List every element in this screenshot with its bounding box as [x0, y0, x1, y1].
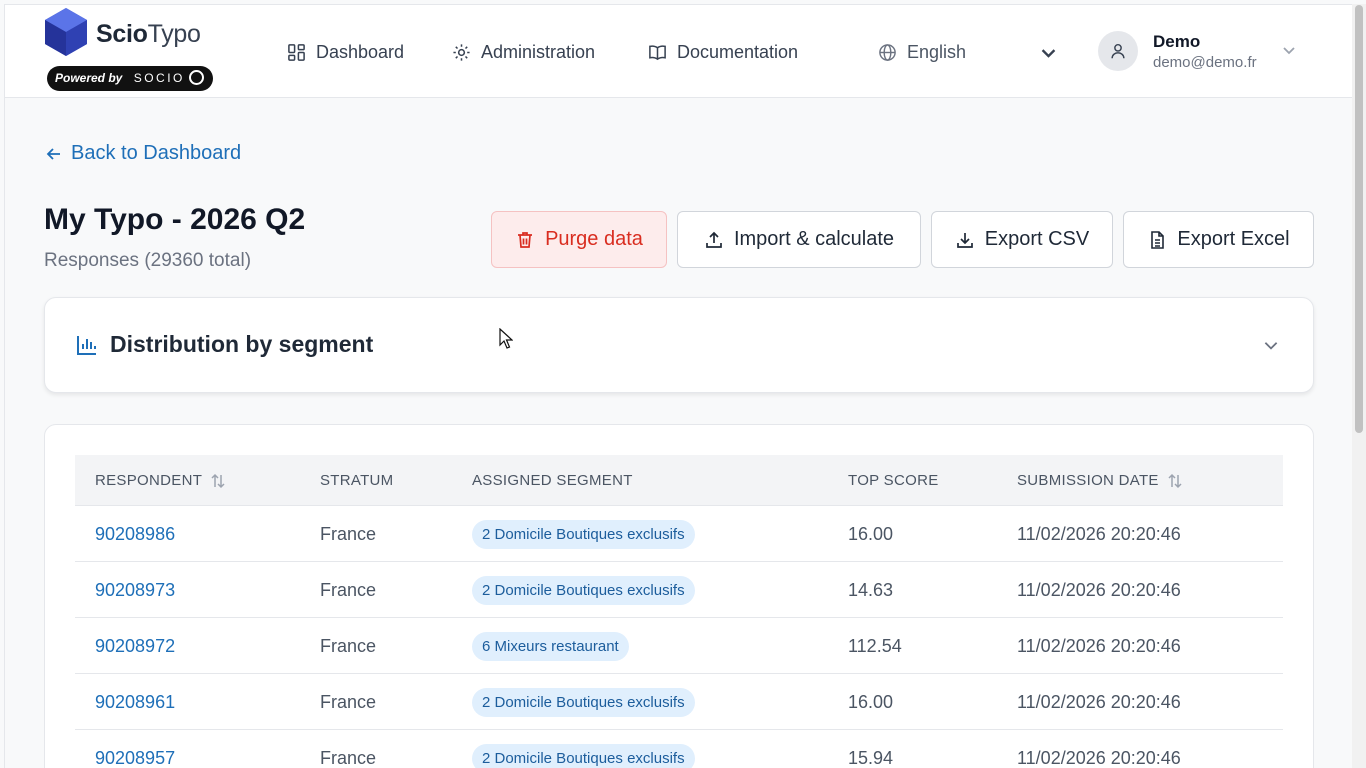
page-title: My Typo - 2026 Q2	[44, 203, 306, 236]
chevron-down-icon	[1041, 49, 1056, 58]
nav-administration[interactable]: Administration	[452, 40, 595, 64]
responses-table: RESPONDENT STRATUM ASSIGNED SEGMENT TOP …	[44, 424, 1314, 768]
upload-icon	[706, 231, 722, 248]
chevron-down-icon[interactable]	[1262, 336, 1280, 354]
purge-label: Purge data	[545, 228, 643, 250]
table-row: 90208973 France 2 Domicile Boutiques exc…	[75, 562, 1283, 618]
nav-dashboard-label: Dashboard	[316, 41, 405, 62]
bar-chart-icon	[77, 336, 96, 355]
segment-badge: 2 Domicile Boutiques exclusifs	[472, 520, 695, 549]
export-excel-button[interactable]: Export Excel	[1123, 211, 1314, 268]
nav-documentation[interactable]: Documentation	[648, 40, 798, 64]
stratum-cell: France	[320, 748, 377, 768]
score-cell: 14.63	[848, 580, 894, 600]
score-cell: 15.94	[848, 748, 894, 768]
column-respondent-label: RESPONDENT	[95, 472, 203, 489]
page-subtitle: Responses (29360 total)	[44, 250, 252, 271]
segment-badge: 2 Domicile Boutiques exclusifs	[472, 576, 695, 605]
segment-badge: 2 Domicile Boutiques exclusifs	[472, 744, 695, 768]
gear-icon	[453, 43, 470, 61]
globe-icon	[879, 43, 896, 61]
respondent-link[interactable]: 90208973	[95, 580, 175, 601]
distribution-title: Distribution by segment	[110, 331, 374, 357]
nav-dashboard[interactable]: Dashboard	[287, 40, 404, 64]
column-submission-date-label: SUBMISSION DATE	[1017, 472, 1159, 489]
column-top-score: TOP SCORE	[848, 472, 939, 489]
export-excel-label: Export Excel	[1177, 228, 1290, 250]
back-to-dashboard-link[interactable]: Back to Dashboard	[45, 142, 241, 165]
sort-icon	[211, 473, 225, 488]
brand-name: ScioTypo	[96, 20, 201, 48]
app-window: ScioTypo Powered by SOCIO Dashboard Admi…	[4, 4, 1352, 768]
table-row: 90208961 France 2 Domicile Boutiques exc…	[75, 674, 1283, 730]
export-csv-label: Export CSV	[984, 228, 1090, 250]
date-cell: 11/02/2026 20:20:46	[1017, 580, 1181, 600]
date-cell: 11/02/2026 20:20:46	[1017, 636, 1181, 656]
distribution-panel[interactable]: Distribution by segment	[44, 297, 1314, 393]
score-cell: 16.00	[848, 524, 894, 544]
user-name: Demo	[1153, 32, 1201, 51]
user-email: demo@demo.fr	[1153, 54, 1257, 71]
user-icon	[1111, 43, 1125, 59]
score-cell: 16.00	[848, 692, 894, 712]
download-icon	[956, 232, 973, 248]
table-row: 90208986 France 2 Domicile Boutiques exc…	[75, 506, 1283, 562]
powered-by-label: Powered by	[55, 71, 123, 85]
date-cell: 11/02/2026 20:20:46	[1017, 524, 1181, 544]
stratum-cell: France	[320, 692, 377, 712]
respondent-link[interactable]: 90208986	[95, 524, 175, 545]
column-assigned-segment: ASSIGNED SEGMENT	[472, 472, 633, 489]
vertical-scrollbar[interactable]	[1352, 4, 1366, 768]
table-row: 90208957 France 2 Domicile Boutiques exc…	[75, 730, 1283, 768]
column-stratum: STRATUM	[320, 472, 394, 489]
import-label: Import & calculate	[733, 228, 895, 250]
top-header: ScioTypo Powered by SOCIO Dashboard Admi…	[5, 5, 1352, 98]
respondent-link[interactable]: 90208972	[95, 636, 175, 657]
stratum-cell: France	[320, 636, 377, 656]
back-link-label: Back to Dashboard	[71, 142, 242, 164]
arrow-left-icon	[46, 147, 60, 160]
date-cell: 11/02/2026 20:20:46	[1017, 748, 1181, 768]
column-submission-date[interactable]: SUBMISSION DATE	[1017, 472, 1183, 489]
respondent-link[interactable]: 90208957	[95, 748, 175, 768]
stratum-cell: France	[320, 524, 377, 544]
language-value: English	[907, 41, 967, 62]
powered-brand: SOCIO	[133, 71, 185, 85]
avatar	[1098, 31, 1138, 71]
respondent-link[interactable]: 90208961	[95, 692, 175, 713]
language-select[interactable]: English	[878, 40, 1068, 64]
chevron-down-icon	[1283, 47, 1295, 55]
nav-documentation-label: Documentation	[677, 41, 799, 62]
trash-icon	[518, 231, 533, 248]
column-respondent[interactable]: RESPONDENT	[95, 472, 226, 489]
stratum-cell: France	[320, 580, 377, 600]
nav-administration-label: Administration	[481, 41, 596, 62]
user-menu[interactable]: Demo demo@demo.fr	[1098, 30, 1308, 74]
spreadsheet-icon	[1151, 230, 1165, 249]
book-icon	[649, 44, 666, 60]
powered-by-badge: Powered by SOCIO	[47, 66, 213, 91]
score-cell: 112.54	[848, 636, 902, 656]
segment-badge: 6 Mixeurs restaurant	[472, 632, 629, 661]
grid-icon	[288, 43, 305, 61]
mouse-cursor-icon	[499, 328, 513, 349]
hexagon-logo-icon	[45, 8, 87, 56]
socio-logo-icon	[189, 70, 205, 85]
sort-icon	[1168, 473, 1182, 488]
purge-data-button[interactable]: Purge data	[491, 211, 667, 268]
table-header: RESPONDENT STRATUM ASSIGNED SEGMENT TOP …	[75, 455, 1283, 506]
table-row: 90208972 France 6 Mixeurs restaurant 112…	[75, 618, 1283, 674]
import-calculate-button[interactable]: Import & calculate	[677, 211, 921, 268]
date-cell: 11/02/2026 20:20:46	[1017, 692, 1181, 712]
scrollbar-thumb[interactable]	[1355, 5, 1363, 433]
segment-badge: 2 Domicile Boutiques exclusifs	[472, 688, 695, 717]
export-csv-button[interactable]: Export CSV	[931, 211, 1113, 268]
